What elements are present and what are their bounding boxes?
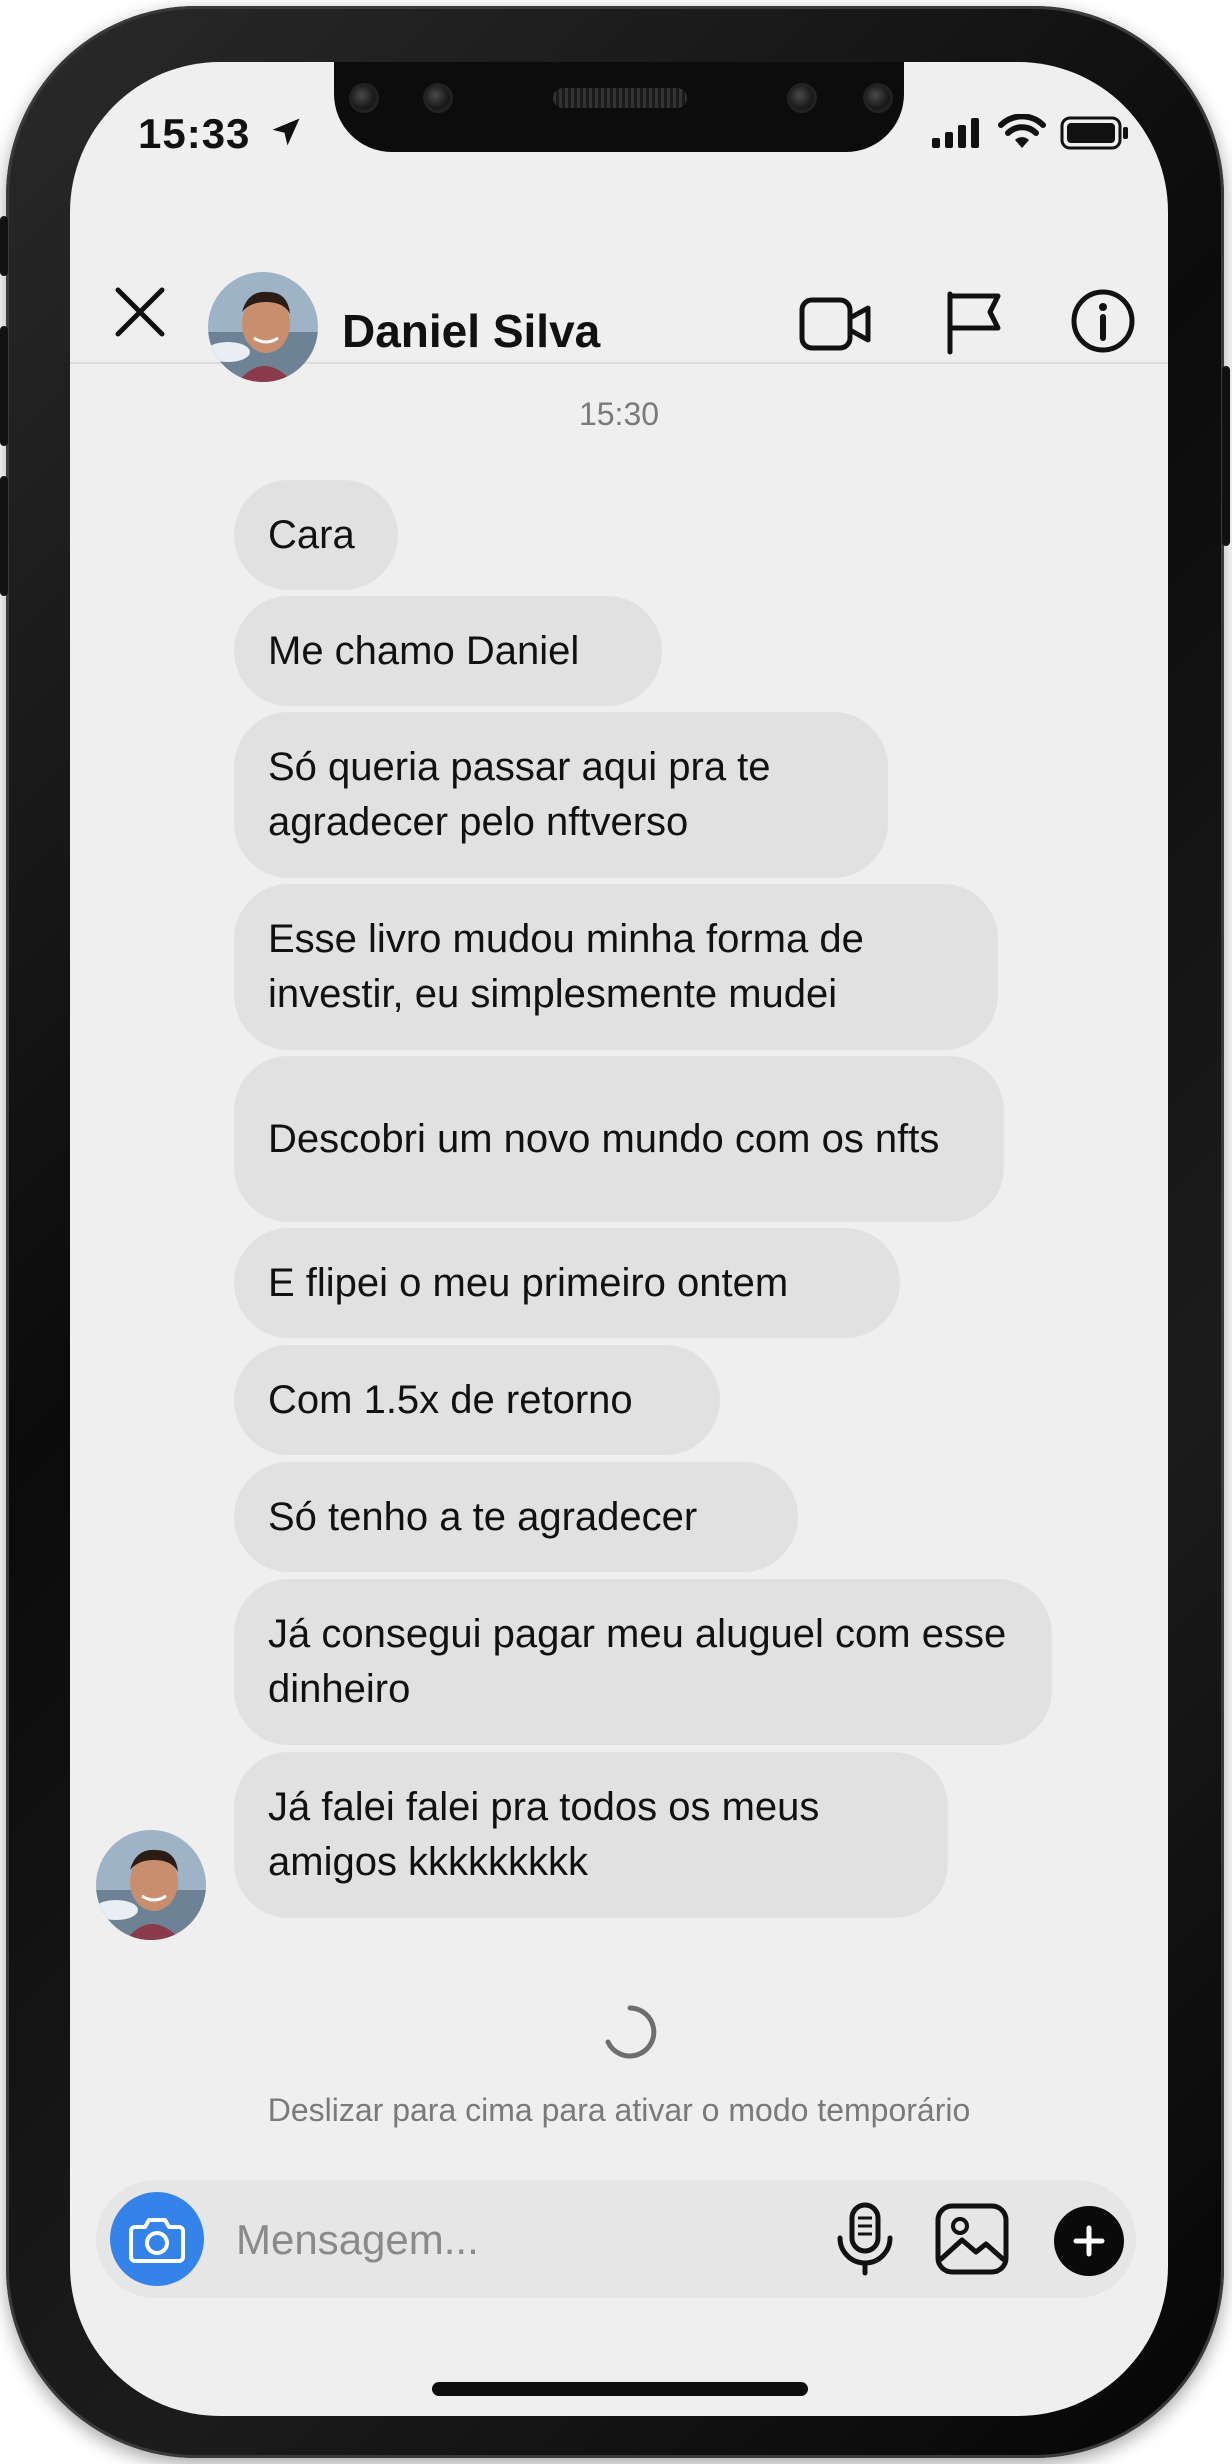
message-bubble[interactable]: Com 1.5x de retorno	[234, 1345, 720, 1455]
notch	[334, 62, 904, 152]
front-camera	[352, 86, 376, 110]
avatar[interactable]	[96, 1830, 206, 1940]
message-bubble[interactable]: E flipei o meu primeiro ontem	[234, 1228, 900, 1338]
screen: 15:33 Daniel Silva 15:30 Cara Me chamo D…	[70, 62, 1168, 2416]
plus-icon	[1073, 2225, 1105, 2257]
add-button[interactable]	[1054, 2206, 1124, 2276]
message-composer	[96, 2180, 1136, 2298]
close-icon[interactable]	[110, 282, 170, 342]
message-input[interactable]	[236, 2210, 796, 2270]
location-arrow-icon	[272, 118, 300, 146]
message-bubble[interactable]: Me chamo Daniel	[234, 596, 662, 706]
status-time: 15:33	[138, 110, 251, 157]
sensor	[790, 86, 814, 110]
video-camera-icon[interactable]	[798, 292, 872, 356]
gallery-icon[interactable]	[934, 2202, 1010, 2276]
phone-frame: 15:33 Daniel Silva 15:30 Cara Me chamo D…	[0, 6, 1230, 2458]
home-indicator[interactable]	[432, 2382, 808, 2396]
message-bubble[interactable]: Só queria passar aqui pra te agradecer p…	[234, 712, 888, 878]
contact-name[interactable]: Daniel Silva	[342, 304, 600, 358]
chat-timestamp: 15:30	[578, 396, 660, 432]
volume-up-button	[0, 326, 8, 446]
swipe-hint: Deslizar para cima para ativar o modo te…	[267, 2092, 971, 2128]
sensor	[426, 86, 450, 110]
camera-button[interactable]	[110, 2192, 204, 2286]
message-bubble[interactable]: Só tenho a te agradecer	[234, 1462, 798, 1572]
info-icon[interactable]	[1070, 288, 1136, 354]
message-bubble[interactable]: Já consegui pagar meu aluguel com esse d…	[234, 1579, 1052, 1745]
cellular-signal-icon	[932, 118, 979, 148]
earpiece-speaker	[553, 88, 687, 108]
loading-spinner-icon	[605, 2005, 657, 2059]
wifi-icon	[998, 114, 1046, 148]
message-bubble[interactable]: Já falei falei pra todos os meus amigos …	[234, 1752, 948, 1918]
message-bubble[interactable]: Descobri um novo mundo com os nfts	[234, 1056, 1004, 1222]
flag-icon[interactable]	[942, 288, 1004, 356]
camera-icon	[129, 2218, 185, 2263]
message-bubble[interactable]: Esse livro mudou minha forma de investir…	[234, 884, 998, 1050]
microphone-icon[interactable]	[830, 2202, 900, 2276]
message-bubble[interactable]: Cara	[234, 480, 398, 590]
avatar[interactable]	[208, 272, 318, 382]
sensor	[866, 86, 890, 110]
volume-down-button	[0, 476, 8, 596]
mute-switch	[0, 216, 8, 276]
power-button	[1222, 366, 1230, 546]
battery-icon	[1060, 116, 1128, 150]
chat-header: Daniel Silva	[70, 232, 1168, 382]
